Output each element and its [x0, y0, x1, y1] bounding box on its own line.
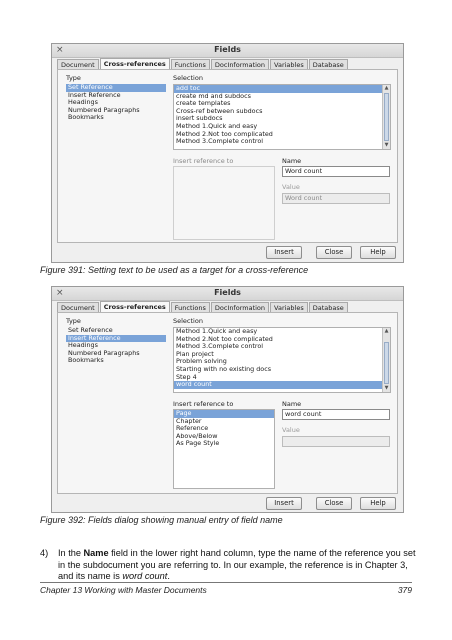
step-number: 4) — [40, 548, 49, 558]
bold-field-name: Name — [83, 548, 109, 558]
footer-chapter: Chapter 13 Working with Master Documents — [40, 585, 207, 595]
page-number: 379 — [397, 585, 412, 595]
help-button[interactable]: Help — [360, 246, 396, 259]
selection-list[interactable]: ▲ ▼ add toc create md and subdocs create t… — [173, 84, 391, 150]
tab-panel: Type Set Reference Insert Reference Headin… — [57, 69, 398, 243]
insert-reference-label: Insert reference to — [173, 400, 234, 408]
list-item[interactable]: As Page Style — [174, 440, 274, 448]
tab-bar: Document Cross-references Functions DocI… — [57, 58, 349, 70]
step-paragraph: 4) In the Name field in the lower right … — [40, 548, 420, 583]
list-item[interactable]: word count — [174, 381, 390, 389]
selection-scrollbar[interactable]: ▲ ▼ — [382, 328, 390, 392]
name-label: Name — [282, 157, 302, 165]
dialog-title: Fields — [214, 288, 241, 297]
list-item[interactable]: Bookmarks — [66, 357, 166, 365]
insert-reference-list[interactable]: Page Chapter Reference Above/Below As Page S… — [173, 409, 275, 489]
insert-button[interactable]: Insert — [266, 497, 302, 510]
close-button[interactable]: Close — [316, 497, 352, 510]
type-label: Type — [66, 74, 81, 82]
italic-reference-name: word count — [122, 571, 168, 582]
name-label: Name — [282, 400, 302, 408]
name-field[interactable]: word count — [282, 409, 390, 420]
scroll-up-icon[interactable]: ▲ — [383, 85, 390, 92]
fields-dialog-1: × Fields Document Cross-references Funct… — [51, 43, 404, 263]
name-field[interactable]: Word count — [282, 166, 390, 177]
help-button[interactable]: Help — [360, 497, 396, 510]
tab-panel: Type Set Reference Insert Reference Headin… — [57, 312, 398, 494]
insert-reference-list[interactable] — [173, 166, 275, 240]
list-item[interactable]: Bookmarks — [66, 114, 166, 122]
type-list[interactable]: Set Reference Insert Reference Headings Num… — [66, 327, 166, 487]
footer-rule — [40, 582, 412, 583]
scroll-down-icon[interactable]: ▼ — [383, 385, 390, 392]
value-label: Value — [282, 183, 300, 191]
selection-label: Selection — [173, 317, 203, 325]
dialog-title: Fields — [214, 45, 241, 54]
type-list[interactable]: Set Reference Insert Reference Headings Num… — [66, 84, 166, 238]
list-item[interactable]: Starting with no existing docs — [174, 365, 390, 374]
figure-caption-391: Figure 391: Setting text to be used as a… — [40, 265, 309, 275]
value-label: Value — [282, 426, 300, 434]
fields-dialog-2: × Fields Document Cross-references Funct… — [51, 286, 404, 513]
scroll-up-icon[interactable]: ▲ — [383, 328, 390, 335]
list-item[interactable]: Method 3.Complete control — [174, 138, 390, 146]
insert-button[interactable]: Insert — [266, 246, 302, 259]
tab-bar: Document Cross-references Functions DocI… — [57, 301, 349, 313]
selection-list[interactable]: ▲ ▼ Method 1.Quick and easy Method 2.Not … — [173, 327, 391, 393]
selection-scrollbar[interactable]: ▲ ▼ — [382, 85, 390, 149]
dialog-titlebar: × Fields — [52, 287, 403, 301]
scroll-down-icon[interactable]: ▼ — [383, 142, 390, 149]
close-button[interactable]: Close — [316, 246, 352, 259]
selection-label: Selection — [173, 74, 203, 82]
step-text: In the Name field in the lower right han… — [58, 548, 416, 582]
scrollbar-thumb[interactable] — [384, 342, 389, 384]
type-label: Type — [66, 317, 81, 325]
dialog-titlebar: × Fields — [52, 44, 403, 58]
scrollbar-thumb[interactable] — [384, 93, 389, 141]
figure-caption-392: Figure 392: Fields dialog showing manual… — [40, 515, 283, 525]
value-field[interactable]: Word count — [282, 193, 390, 204]
insert-reference-label: Insert reference to — [173, 157, 234, 165]
value-field[interactable] — [282, 436, 390, 447]
